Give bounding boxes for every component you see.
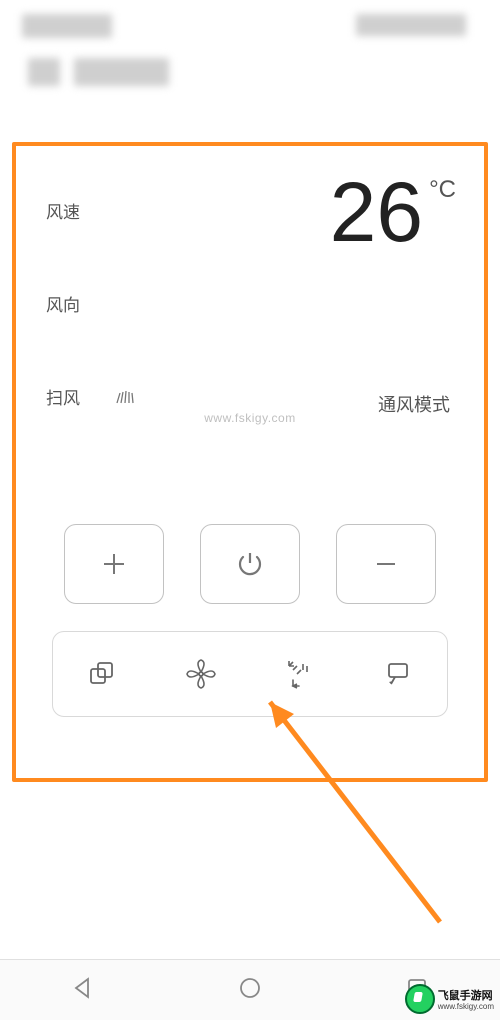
- minus-icon: [370, 548, 402, 580]
- option-strip: [52, 631, 448, 717]
- brand-name: 飞鼠手游网: [438, 990, 493, 1002]
- power-button[interactable]: [200, 524, 300, 604]
- brand-logo-icon: [405, 984, 435, 1014]
- fan-direction-label: 风向: [46, 291, 139, 316]
- brand-url: www.fskigy.com: [438, 1003, 494, 1011]
- home-circle-icon: [237, 975, 263, 1001]
- power-icon: [234, 548, 266, 580]
- nav-home-button[interactable]: [237, 975, 263, 1006]
- sweep-fan-icon: [115, 389, 139, 410]
- plus-icon: [98, 548, 130, 580]
- back-triangle-icon: [70, 975, 96, 1001]
- temp-up-button[interactable]: [64, 524, 164, 604]
- sweep-option-button[interactable]: [250, 658, 349, 690]
- ac-control-card: 风速 风向 扫风 26 °C 通风模式: [12, 142, 488, 782]
- mode-icon: [87, 659, 117, 689]
- fan-speed-label: 风速: [46, 198, 139, 223]
- header-redacted: [0, 0, 500, 120]
- status-labels: 风速 风向 扫风: [46, 198, 139, 478]
- temperature-display: 26 °C: [330, 170, 456, 254]
- sweep-label: 扫风: [46, 384, 139, 410]
- fan-icon: [185, 658, 217, 690]
- swing-icon: [383, 659, 413, 689]
- mode-label: 通风模式: [378, 391, 450, 417]
- temperature-value: 26: [330, 170, 423, 254]
- sweep-arrows-icon: [283, 658, 315, 690]
- nav-back-button[interactable]: [70, 975, 96, 1006]
- brand-watermark: 飞鼠手游网 www.fskigy.com: [405, 984, 494, 1014]
- swing-option-button[interactable]: [349, 659, 448, 689]
- temp-down-button[interactable]: [336, 524, 436, 604]
- temperature-unit: °C: [429, 176, 456, 204]
- primary-button-row: [50, 524, 450, 604]
- mode-option-button[interactable]: [53, 659, 152, 689]
- fan-option-button[interactable]: [152, 658, 251, 690]
